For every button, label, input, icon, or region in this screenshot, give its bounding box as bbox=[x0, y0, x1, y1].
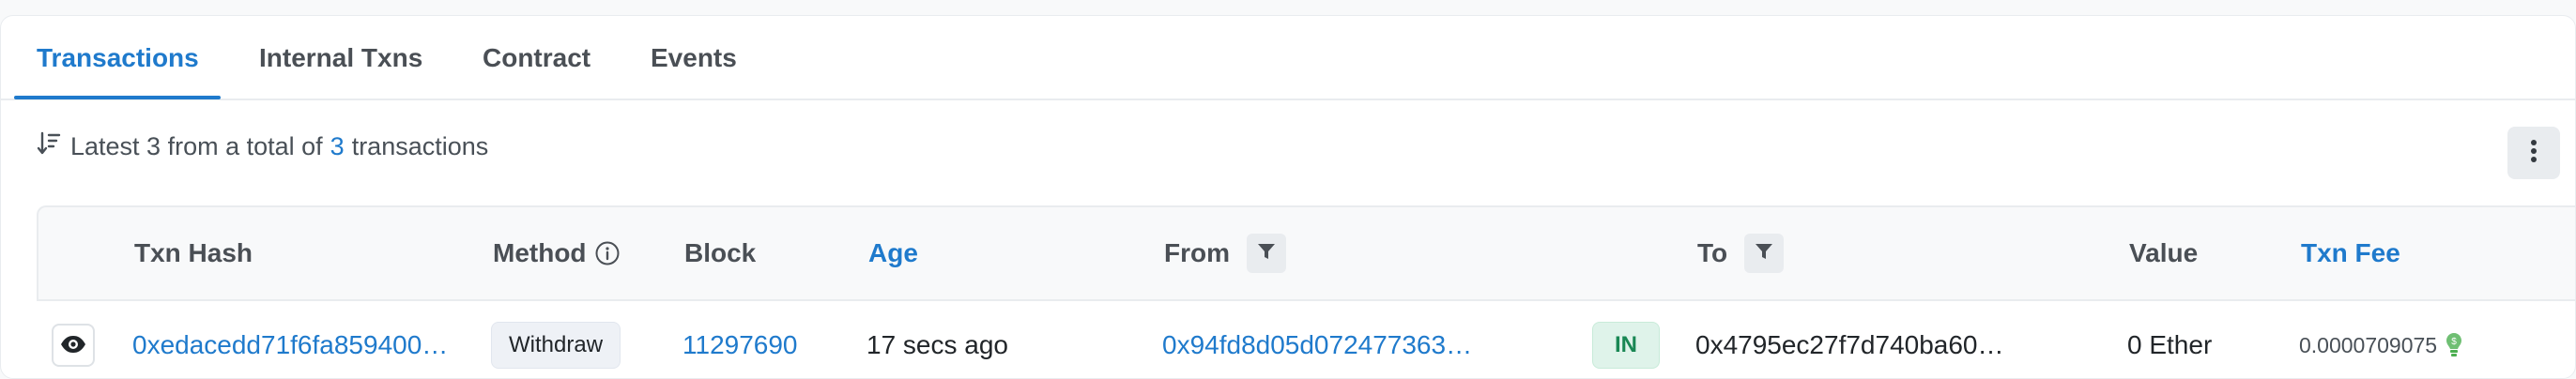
tab-internal-txns[interactable]: Internal Txns bbox=[259, 16, 422, 100]
to-address: 0x4795ec27f7d740ba60… bbox=[1695, 330, 2004, 359]
tab-contract[interactable]: Contract bbox=[483, 16, 590, 100]
header-method-label: Method bbox=[493, 238, 587, 267]
gas-icon[interactable]: $ bbox=[2445, 331, 2463, 359]
txn-hash-link[interactable]: 0xedacedd71f6fa859400… bbox=[132, 301, 448, 378]
header-block: Block bbox=[684, 238, 757, 267]
header-age[interactable]: Age bbox=[868, 207, 918, 299]
header-from: From bbox=[1164, 207, 1286, 299]
sort-icon bbox=[37, 130, 70, 163]
more-options-button[interactable] bbox=[2507, 127, 2560, 179]
tab-events[interactable]: Events bbox=[651, 16, 737, 100]
svg-text:$: $ bbox=[2451, 337, 2457, 347]
tab-bar: Transactions Internal Txns Contract Even… bbox=[1, 16, 2575, 100]
more-vertical-icon bbox=[2530, 139, 2538, 168]
header-txn-fee[interactable]: Txn Fee bbox=[2301, 207, 2400, 299]
age-cell: 17 secs ago bbox=[866, 330, 1008, 359]
method-badge: Withdraw bbox=[491, 322, 621, 369]
value-cell: 0 Ether bbox=[2127, 330, 2213, 359]
transactions-table: Txn Hash Method Block Age From To Value … bbox=[37, 205, 2575, 378]
filter-icon bbox=[1754, 207, 1774, 299]
table-header: Txn Hash Method Block Age From To Value … bbox=[37, 205, 2575, 301]
block-link[interactable]: 11297690 bbox=[682, 301, 798, 378]
direction-badge: IN bbox=[1592, 322, 1660, 369]
to-filter-button[interactable] bbox=[1744, 234, 1785, 273]
header-txn-hash: Txn Hash bbox=[134, 238, 253, 267]
txn-fee-value: 0.0000709075 bbox=[2299, 332, 2438, 357]
header-to: To bbox=[1697, 207, 1785, 299]
transactions-card: Transactions Internal Txns Contract Even… bbox=[0, 15, 2576, 379]
transactions-summary: Latest 3 from a total of 3 transactions bbox=[37, 130, 488, 163]
preview-button[interactable] bbox=[52, 324, 95, 367]
method-cell: Withdraw bbox=[491, 301, 621, 378]
summary-suffix: transactions bbox=[351, 132, 489, 160]
txn-fee-cell: 0.0000709075 $ bbox=[2299, 301, 2463, 378]
summary-count-link[interactable]: 3 bbox=[330, 132, 345, 161]
active-tab-indicator bbox=[14, 96, 221, 99]
summary-prefix: Latest 3 from a total of bbox=[70, 132, 323, 160]
header-to-label: To bbox=[1697, 238, 1728, 267]
table-row: 0xedacedd71f6fa859400… Withdraw 11297690… bbox=[37, 301, 2575, 378]
tab-transactions[interactable]: Transactions bbox=[37, 16, 199, 100]
header-method: Method bbox=[493, 207, 621, 299]
row-preview-cell bbox=[52, 301, 95, 378]
filter-icon bbox=[1256, 207, 1277, 299]
header-value: Value bbox=[2129, 238, 2199, 267]
eye-icon bbox=[60, 330, 86, 360]
from-filter-button[interactable] bbox=[1247, 234, 1286, 273]
direction-cell: IN bbox=[1592, 301, 1660, 378]
info-icon[interactable] bbox=[594, 240, 621, 266]
header-from-label: From bbox=[1164, 238, 1230, 267]
from-address-link[interactable]: 0x94fd8d05d072477363… bbox=[1162, 301, 1472, 378]
